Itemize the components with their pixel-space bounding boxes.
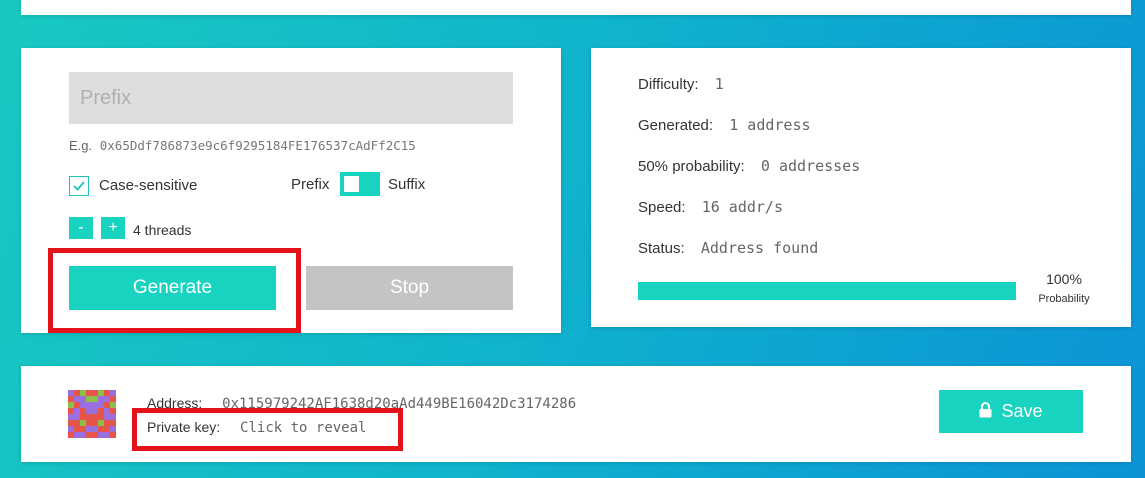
probability-percent: 100% <box>1046 271 1082 287</box>
save-label: Save <box>1001 401 1043 421</box>
prefix-input[interactable] <box>69 72 513 124</box>
address-row: Address: 0x115979242AF1638d20aAd449BE160… <box>147 395 576 412</box>
generator-panel: E.g. 0x65Ddf786873e9c6f9295184FE176537cA… <box>21 48 561 333</box>
threads-decrease-button[interactable]: - <box>69 217 93 239</box>
status-row: Status: Address found <box>638 239 818 257</box>
save-button[interactable]: Save <box>939 390 1083 433</box>
probability-progress-bar <box>638 282 1016 300</box>
probability-label: Probability <box>1038 293 1090 305</box>
case-sensitive-label: Case-sensitive <box>99 177 198 194</box>
generated-value: 1 address <box>729 116 811 134</box>
example-address: 0x65Ddf786873e9c6f9295184FE176537cAdFf2C… <box>99 138 416 153</box>
top-panel <box>21 0 1131 15</box>
private-key-row: Private key: Click to reveal <box>147 419 366 436</box>
status-label: Status: <box>638 240 685 257</box>
lock-icon <box>979 402 992 418</box>
example-hint: E.g. 0x65Ddf786873e9c6f9295184FE176537cA… <box>69 138 416 153</box>
status-value: Address found <box>700 239 819 257</box>
threads-count: 4 threads <box>133 222 192 238</box>
threads-increase-button[interactable]: + <box>101 217 125 239</box>
case-sensitive-checkbox[interactable] <box>69 176 89 196</box>
difficulty-label: Difficulty: <box>638 76 699 93</box>
generated-row: Generated: 1 address <box>638 116 811 134</box>
probability-progress-fill <box>638 282 1016 300</box>
generate-button[interactable]: Generate <box>69 266 276 310</box>
stats-panel: Difficulty: 1 Generated: 1 address 50% p… <box>591 48 1131 327</box>
private-key-label: Private key: <box>147 419 221 435</box>
speed-label: Speed: <box>638 199 686 216</box>
mode-suffix-label: Suffix <box>388 176 426 193</box>
result-panel: Address: 0x115979242AF1638d20aAd449BE160… <box>21 366 1131 462</box>
speed-row: Speed: 16 addr/s <box>638 198 783 216</box>
address-value: 0x115979242AF1638d20aAd449BE16042Dc31742… <box>222 396 577 412</box>
speed-value: 16 addr/s <box>701 198 783 216</box>
toggle-knob <box>344 176 359 192</box>
example-label: E.g. <box>69 138 93 153</box>
stop-button[interactable]: Stop <box>306 266 513 310</box>
difficulty-row: Difficulty: 1 <box>638 75 724 93</box>
probability50-value: 0 addresses <box>760 157 861 175</box>
generated-label: Generated: <box>638 117 714 134</box>
address-label: Address: <box>147 395 203 411</box>
prefix-suffix-toggle[interactable] <box>340 172 380 196</box>
identicon-avatar <box>68 390 116 438</box>
probability50-row: 50% probability: 0 addresses <box>638 157 860 175</box>
mode-prefix-label: Prefix <box>291 176 330 193</box>
probability50-label: 50% probability: <box>638 158 745 175</box>
check-icon <box>73 181 85 191</box>
difficulty-value: 1 <box>714 75 724 93</box>
private-key-reveal[interactable]: Click to reveal <box>240 420 366 436</box>
